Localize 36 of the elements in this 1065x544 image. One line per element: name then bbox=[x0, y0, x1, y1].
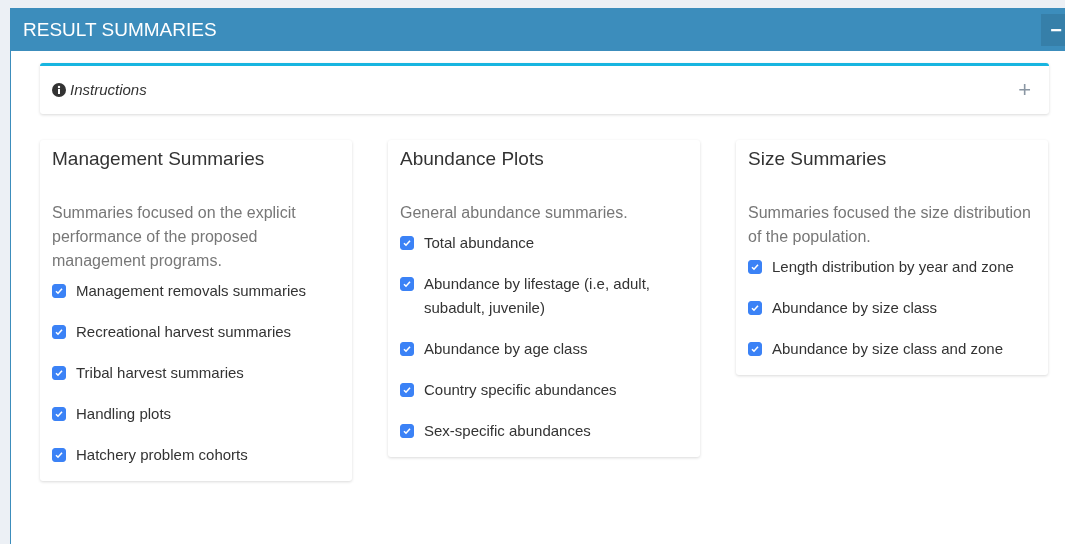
checkbox-label[interactable]: Abundance by size class bbox=[772, 295, 938, 320]
instructions-label[interactable]: Instructions bbox=[70, 78, 147, 102]
card-title: Size Summaries bbox=[748, 148, 888, 171]
checkbox[interactable] bbox=[400, 276, 414, 291]
checkbox-label[interactable]: Management removals summaries bbox=[76, 278, 307, 303]
panel-title: RESULT SUMMARIES bbox=[23, 17, 217, 42]
checkbox[interactable] bbox=[400, 235, 414, 250]
checkbox-label[interactable]: Handling plots bbox=[76, 401, 172, 426]
card-description: General abundance summaries. bbox=[400, 202, 629, 223]
card-description: Summaries focused on the explicit performance of the proposed management programs. bbox=[52, 202, 297, 271]
checkbox[interactable] bbox=[52, 447, 66, 462]
checkbox-label[interactable]: Tribal harvest summaries bbox=[76, 360, 244, 385]
checkbox[interactable] bbox=[52, 324, 66, 339]
checkbox-label[interactable]: Sex-specific abundances bbox=[424, 418, 591, 443]
checkbox[interactable] bbox=[52, 406, 66, 421]
card-title: Management Summaries bbox=[52, 148, 266, 171]
info-icon bbox=[52, 83, 66, 97]
checkbox[interactable] bbox=[400, 423, 414, 438]
checkbox[interactable] bbox=[52, 365, 66, 380]
checkbox-label[interactable]: Abundance by lifestage (i.e, adult, subadult, juvenile) bbox=[424, 271, 688, 320]
checkbox[interactable] bbox=[400, 341, 414, 356]
checkbox-label[interactable]: Hatchery problem cohorts bbox=[76, 442, 248, 467]
checkbox-label[interactable]: Abundance by size class and zone bbox=[772, 336, 1003, 361]
checkbox-label[interactable]: Recreational harvest summaries bbox=[76, 319, 292, 344]
checkbox[interactable] bbox=[400, 382, 414, 397]
card-title: Abundance Plots bbox=[400, 148, 545, 171]
collapse-button[interactable]: − bbox=[1041, 14, 1065, 46]
checkbox-label[interactable]: Abundance by age class bbox=[424, 336, 588, 361]
card-description: Summaries focused the size distribution of the population. bbox=[748, 202, 1032, 247]
checkbox[interactable] bbox=[748, 300, 762, 315]
checkbox[interactable] bbox=[748, 341, 762, 356]
checkbox[interactable] bbox=[52, 283, 66, 298]
checkbox-label[interactable]: Country specific abundances bbox=[424, 377, 617, 402]
checkbox[interactable] bbox=[748, 259, 762, 274]
checkbox-label[interactable]: Total abundance bbox=[424, 230, 535, 255]
checkbox-label[interactable]: Length distribution by year and zone bbox=[772, 254, 1014, 279]
